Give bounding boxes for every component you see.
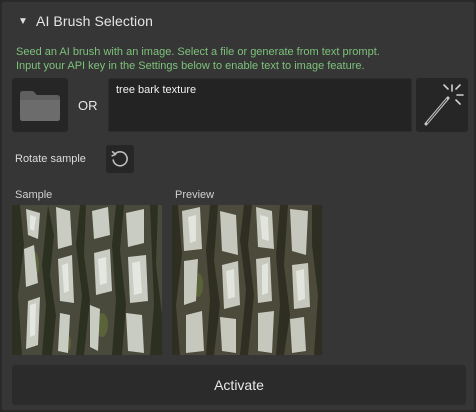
- section-title: AI Brush Selection: [36, 13, 153, 29]
- description: Seed an AI brush with an image. Select a…: [16, 45, 468, 73]
- activate-button[interactable]: Activate: [12, 365, 466, 405]
- description-line-2: Input your API key in the Settings below…: [16, 60, 365, 72]
- text-prompt-input[interactable]: tree bark texture: [108, 78, 412, 132]
- sample-image: [12, 205, 162, 355]
- generate-button[interactable]: [416, 78, 468, 132]
- select-file-button[interactable]: [12, 78, 68, 132]
- or-label: OR: [78, 98, 98, 113]
- folder-icon: [20, 91, 60, 121]
- preview-label: Preview: [175, 189, 215, 201]
- rotate-sample-button[interactable]: [106, 145, 134, 173]
- rotate-sample-label: Rotate sample: [15, 153, 86, 165]
- sample-label: Sample: [15, 189, 53, 201]
- preview-image: [172, 205, 322, 355]
- description-line-1: Seed an AI brush with an image. Select a…: [16, 46, 380, 58]
- ai-brush-panel: ▼ AI Brush Selection Seed an AI brush wi…: [0, 0, 476, 412]
- magic-wand-icon: [424, 84, 464, 126]
- section-header[interactable]: ▼ AI Brush Selection: [6, 6, 472, 36]
- rotate-ccw-icon: [111, 151, 128, 167]
- collapse-triangle-icon[interactable]: ▼: [18, 16, 28, 27]
